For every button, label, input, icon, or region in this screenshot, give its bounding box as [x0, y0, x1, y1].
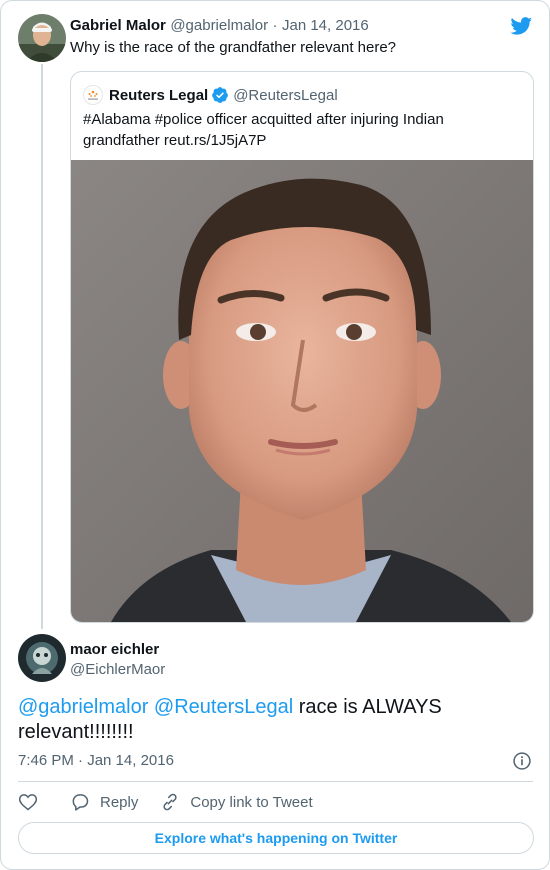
heart-icon	[18, 794, 38, 811]
quoted-tweet-photo[interactable]	[71, 160, 533, 622]
reply-timestamp[interactable]: 7:46 PM · Jan 14, 2016	[18, 752, 174, 769]
twitter-bird-icon[interactable]	[509, 15, 534, 37]
maor-eichler-avatar[interactable]	[18, 634, 66, 682]
mention-reuterslegal[interactable]: @ReutersLegal	[154, 696, 293, 718]
reuters-logo-icon	[83, 85, 103, 105]
gabriel-malor-avatar[interactable]	[18, 14, 66, 62]
link-icon	[163, 793, 177, 811]
explore-twitter-button[interactable]: Explore what's happening on Twitter	[18, 822, 534, 854]
reply-author-name[interactable]: maor eichler	[70, 641, 159, 658]
quoted-author-handle[interactable]: @ReutersLegal	[233, 87, 337, 104]
reply-author-handle[interactable]: @EichlerMaor	[70, 661, 165, 678]
copy-link-button[interactable]: Copy link to Tweet	[160, 792, 313, 812]
quoted-tweet-text: #Alabama #police officer acquitted after…	[83, 111, 444, 149]
like-button[interactable]	[18, 792, 48, 812]
action-bar: Reply Copy link to Tweet	[18, 791, 335, 813]
tweet-embed-card: Gabriel Malor @gabrielmalor · Jan 14, 20…	[0, 0, 550, 870]
reply-text: @gabrielmalor @ReutersLegal race is ALWA…	[18, 695, 518, 745]
author-handle[interactable]: @gabrielmalor	[170, 17, 268, 34]
separator: ·	[272, 17, 278, 34]
quoted-tweet[interactable]: Reuters Legal @ReutersLegal #Alabama #po…	[70, 71, 534, 623]
copy-link-label: Copy link to Tweet	[190, 793, 313, 811]
info-icon[interactable]	[512, 751, 532, 771]
reply-button[interactable]: Reply	[70, 792, 138, 812]
tweet-date[interactable]: Jan 14, 2016	[282, 17, 369, 34]
mention-gabrielmalor[interactable]: @gabrielmalor	[18, 696, 148, 718]
tweet-text: Why is the race of the grandfather relev…	[70, 39, 397, 56]
author-name[interactable]: Gabriel Malor	[70, 17, 166, 34]
verified-badge-icon	[212, 87, 229, 103]
reply-label: Reply	[100, 793, 139, 811]
quoted-author-name[interactable]: Reuters Legal	[109, 87, 208, 104]
tweet-header: Gabriel Malor @gabrielmalor · Jan 14, 20…	[70, 17, 369, 35]
reply-bubble-icon	[72, 794, 89, 811]
divider	[18, 781, 533, 782]
thread-connector-line	[41, 64, 43, 629]
quoted-tweet-header: Reuters Legal @ReutersLegal	[83, 85, 338, 105]
